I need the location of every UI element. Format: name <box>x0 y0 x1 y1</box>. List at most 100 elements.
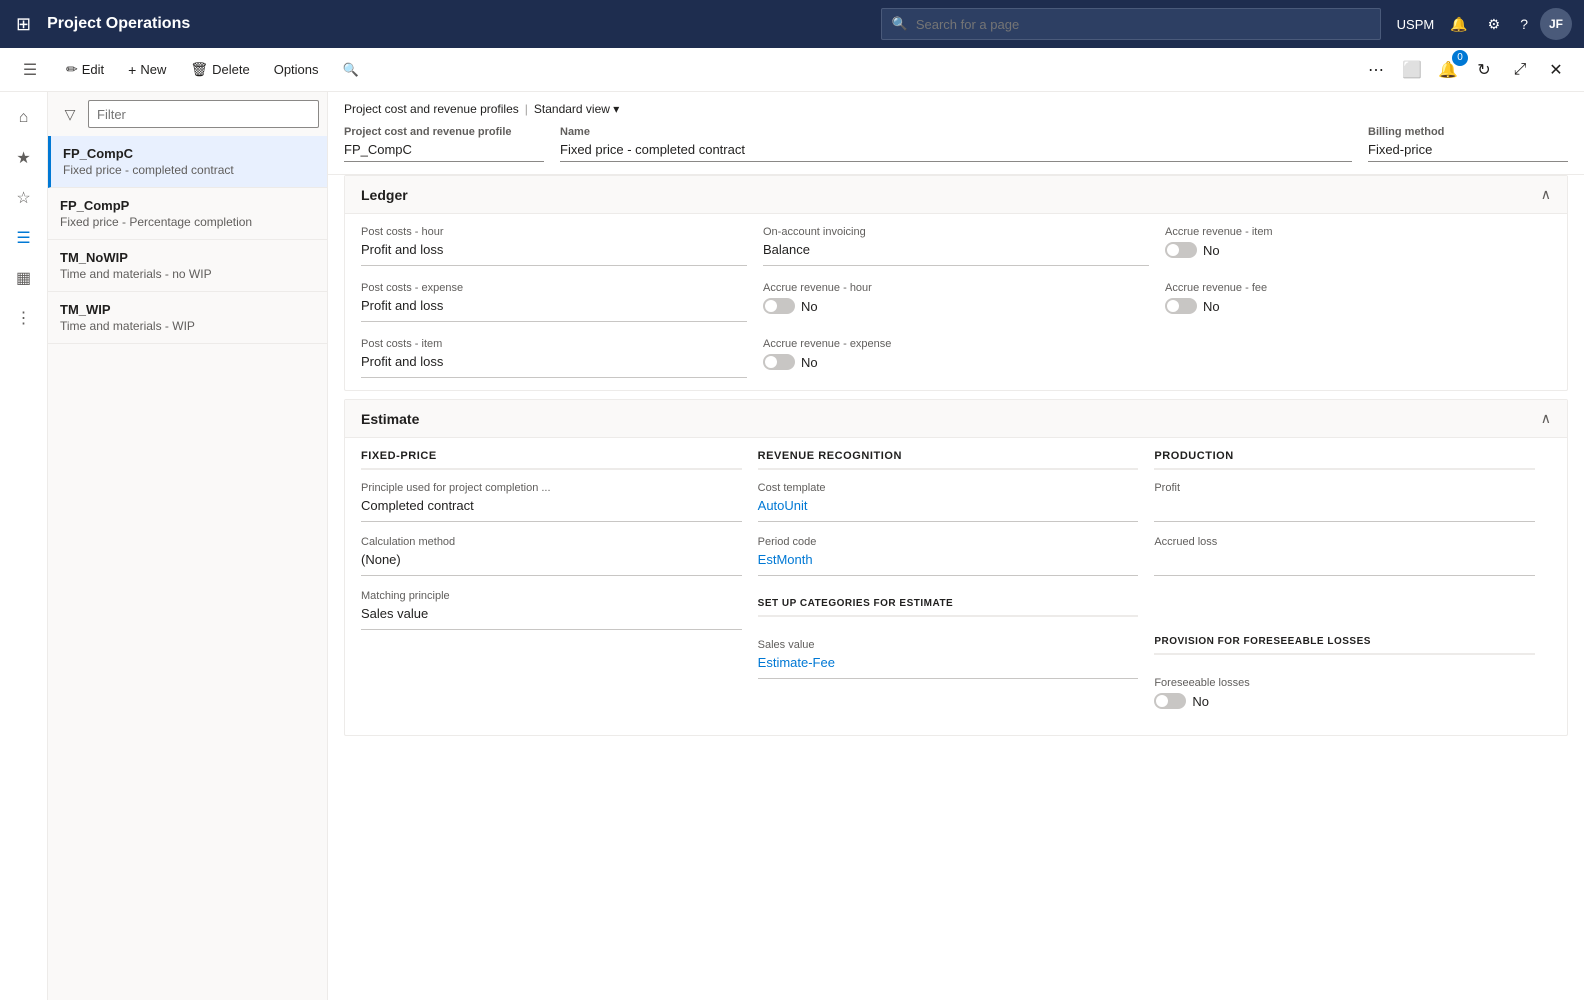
ledger-empty-field <box>1165 338 1551 378</box>
close-button[interactable]: ✕ <box>1540 54 1572 86</box>
notifications-icon[interactable]: 🔔 <box>1442 12 1475 37</box>
delete-button[interactable]: 🗑 Delete <box>180 55 259 84</box>
billing-label: Billing method <box>1368 126 1568 138</box>
post-costs-item-label: Post costs - item <box>361 338 747 350</box>
sales-value-field: Sales value Estimate-Fee <box>758 639 1139 679</box>
breadcrumb-parent[interactable]: Project cost and revenue profiles <box>344 102 519 116</box>
connections-button[interactable]: ⋯ <box>1360 54 1392 86</box>
name-value[interactable]: Fixed price - completed contract <box>560 142 1352 162</box>
calc-method-field: Calculation method (None) <box>361 536 742 576</box>
global-search[interactable]: 🔍 <box>881 8 1381 40</box>
search-records-icon[interactable]: 🔍 <box>333 56 369 84</box>
profit-value[interactable] <box>1154 498 1535 522</box>
profile-value[interactable]: FP_CompC <box>344 142 544 162</box>
ledger-section-title: Ledger <box>361 187 408 203</box>
search-input[interactable] <box>916 17 1370 32</box>
main-content: Project cost and revenue profile FP_Comp… <box>328 122 1584 1000</box>
help-icon[interactable]: ? <box>1512 12 1536 36</box>
estimate-section-header[interactable]: Estimate ∧ <box>345 400 1567 438</box>
estimate-section-body: FIXED-PRICE Principle used for project c… <box>345 438 1567 735</box>
options-button[interactable]: Options <box>264 56 329 83</box>
fixed-price-header: FIXED-PRICE <box>361 450 742 470</box>
sitemap-icon[interactable]: ⋮ <box>6 300 42 336</box>
add-icon: + <box>128 62 136 78</box>
post-costs-item-value[interactable]: Profit and loss <box>361 354 747 378</box>
estimate-collapse-icon[interactable]: ∧ <box>1541 410 1551 427</box>
top-navigation: ⊞ Project Operations 🔍 USPM 🔔 ⚙ ? JF <box>0 0 1584 48</box>
accrue-revenue-expense-toggle[interactable] <box>763 354 795 370</box>
detail-panel: Project cost and revenue profiles | Stan… <box>328 92 1584 1000</box>
accrue-revenue-item-label: Accrue revenue - item <box>1165 226 1551 238</box>
provision-header: PROVISION FOR FORESEEABLE LOSSES <box>1154 636 1535 655</box>
accrued-loss-value[interactable] <box>1154 552 1535 576</box>
estimate-columns: FIXED-PRICE Principle used for project c… <box>361 450 1551 723</box>
accrue-revenue-fee-field: Accrue revenue - fee No <box>1165 282 1551 322</box>
accrue-revenue-fee-toggle[interactable] <box>1165 298 1197 314</box>
revenue-recognition-column: REVENUE RECOGNITION Cost template AutoUn… <box>758 450 1155 723</box>
list-filter-input[interactable] <box>88 100 319 128</box>
accrue-revenue-hour-value: No <box>801 299 818 314</box>
list-item-subtitle-tm-nowip: Time and materials - no WIP <box>60 267 315 281</box>
accrue-revenue-item-toggle[interactable] <box>1165 242 1197 258</box>
accrue-revenue-fee-value: No <box>1203 299 1220 314</box>
hamburger-menu-icon[interactable]: ☰ <box>12 52 48 88</box>
breadcrumb: Project cost and revenue profiles | Stan… <box>328 92 1584 122</box>
ledger-row-2: Post costs - expense Profit and loss Acc… <box>361 282 1551 322</box>
edit-button[interactable]: ✏ Edit <box>56 55 114 84</box>
breadcrumb-separator: | <box>525 102 528 116</box>
new-window-button[interactable]: ⤢ <box>1504 54 1536 86</box>
filter-icon[interactable]: ▽ <box>56 100 84 128</box>
favorites-icon[interactable]: ☆ <box>6 180 42 216</box>
matching-principle-label: Matching principle <box>361 590 742 602</box>
period-code-field: Period code EstMonth <box>758 536 1139 576</box>
profile-label: Project cost and revenue profile <box>344 126 544 138</box>
list-items: FP_CompC Fixed price - completed contrac… <box>48 136 327 1000</box>
ledger-section-header[interactable]: Ledger ∧ <box>345 176 1567 214</box>
foreseeable-losses-toggle[interactable] <box>1154 693 1186 709</box>
new-button[interactable]: + New <box>118 56 176 84</box>
ledger-collapse-icon[interactable]: ∧ <box>1541 186 1551 203</box>
setup-categories-header-field: SET UP CATEGORIES FOR ESTIMATE <box>758 590 1139 625</box>
app-title: Project Operations <box>47 15 190 33</box>
ledger-section-body: Post costs - hour Profit and loss On-acc… <box>345 214 1567 390</box>
cost-template-value[interactable]: AutoUnit <box>758 498 1139 522</box>
settings-icon[interactable]: ⚙ <box>1480 12 1509 37</box>
view-selector[interactable]: Standard view ▾ <box>534 102 619 116</box>
profile-field: Project cost and revenue profile FP_Comp… <box>344 126 544 162</box>
accrue-revenue-hour-toggle[interactable] <box>763 298 795 314</box>
dashboards-icon[interactable]: ▦ <box>6 260 42 296</box>
on-account-invoicing-value[interactable]: Balance <box>763 242 1149 266</box>
waffle-icon[interactable]: ⊞ <box>12 10 35 39</box>
ledger-section: Ledger ∧ Post costs - hour Profit and lo… <box>344 175 1568 391</box>
accrued-loss-label: Accrued loss <box>1154 536 1535 548</box>
recent-icon[interactable]: ★ <box>6 140 42 176</box>
list-item-title-fp-compp: FP_CompP <box>60 198 315 213</box>
search-icon: 🔍 <box>892 16 908 32</box>
principle-value[interactable]: Completed contract <box>361 498 742 522</box>
revenue-recognition-header: REVENUE RECOGNITION <box>758 450 1139 470</box>
name-label: Name <box>560 126 1352 138</box>
refresh-button[interactable]: ↻ <box>1468 54 1500 86</box>
on-account-invoicing-field: On-account invoicing Balance <box>763 226 1149 266</box>
list-item-tm-nowip[interactable]: TM_NoWIP Time and materials - no WIP <box>48 240 327 292</box>
post-costs-expense-value[interactable]: Profit and loss <box>361 298 747 322</box>
home-icon[interactable]: ⌂ <box>6 100 42 136</box>
billing-field: Billing method Fixed-price <box>1368 126 1568 162</box>
period-code-value[interactable]: EstMonth <box>758 552 1139 576</box>
sales-value-value[interactable]: Estimate-Fee <box>758 655 1139 679</box>
split-view-button[interactable]: ⬜ <box>1396 54 1428 86</box>
list-item-fp-compp[interactable]: FP_CompP Fixed price - Percentage comple… <box>48 188 327 240</box>
billing-value[interactable]: Fixed-price <box>1368 142 1568 162</box>
ledger-row-3: Post costs - item Profit and loss Accrue… <box>361 338 1551 378</box>
matching-principle-value[interactable]: Sales value <box>361 606 742 630</box>
command-bar-right: ⋯ ⬜ 🔔 0 ↻ ⤢ ✕ <box>1360 54 1572 86</box>
list-item-fp-compc[interactable]: FP_CompC Fixed price - completed contrac… <box>48 136 327 188</box>
user-avatar[interactable]: JF <box>1540 8 1572 40</box>
post-costs-hour-value[interactable]: Profit and loss <box>361 242 747 266</box>
command-bar: ☰ ✏ Edit + New 🗑 Delete Options 🔍 ⋯ ⬜ 🔔 … <box>0 48 1584 92</box>
estimate-section: Estimate ∧ FIXED-PRICE Principle used fo… <box>344 399 1568 736</box>
activity-button[interactable]: 🔔 0 <box>1432 54 1464 86</box>
list-item-tm-wip[interactable]: TM_WIP Time and materials - WIP <box>48 292 327 344</box>
calc-method-value[interactable]: (None) <box>361 552 742 576</box>
list-icon[interactable]: ☰ <box>6 220 42 256</box>
